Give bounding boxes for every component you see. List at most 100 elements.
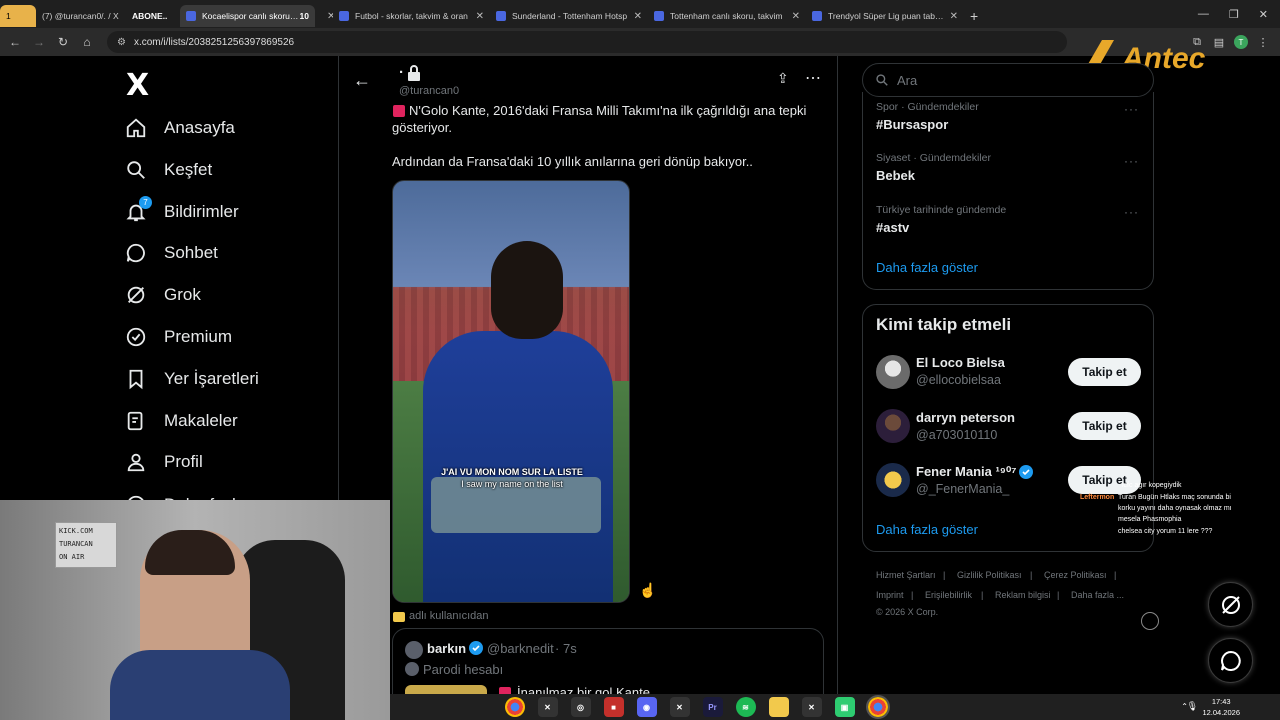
suggested-user-name[interactable]: El Loco Bielsa bbox=[916, 355, 1005, 370]
author-name[interactable]: · bbox=[399, 64, 404, 81]
back-arrow-icon[interactable]: ← bbox=[353, 70, 371, 91]
app-icon[interactable]: ✕ bbox=[801, 697, 822, 717]
tab-sunderland[interactable]: Sunderland - Tottenham Hotsp ✕ bbox=[490, 5, 648, 27]
nav-notifications[interactable]: 7 Bildirimler bbox=[124, 195, 239, 229]
tab-favicon-icon bbox=[496, 11, 506, 21]
discord-icon[interactable]: ◉ bbox=[636, 697, 657, 717]
tab-favicon-icon bbox=[812, 11, 822, 21]
trend-more-icon[interactable]: ··· bbox=[1124, 205, 1139, 219]
share-icon[interactable]: ⇪ bbox=[777, 70, 789, 87]
premium-icon bbox=[124, 325, 148, 349]
x-logo[interactable]: X bbox=[126, 68, 149, 103]
trend-more-icon[interactable]: ··· bbox=[1124, 102, 1139, 116]
nav-articles[interactable]: Makaleler bbox=[124, 404, 238, 438]
spotify-icon[interactable]: ≋ bbox=[735, 697, 756, 717]
quote-author-handle[interactable]: @barknedit bbox=[487, 641, 554, 656]
quote-author-name[interactable]: barkın bbox=[427, 641, 466, 656]
trend-name[interactable]: Bebek bbox=[876, 168, 915, 183]
system-clock[interactable]: 17:43 12.04.2026 bbox=[1202, 696, 1240, 718]
tab-close-kocaelispor[interactable]: ✕ bbox=[315, 5, 333, 27]
more-options-icon[interactable]: ⋯ bbox=[805, 68, 821, 88]
chat-icon bbox=[1220, 650, 1241, 671]
chat-message: lcfc agır kopegiydik bbox=[1122, 482, 1182, 489]
grok-button[interactable] bbox=[1208, 582, 1253, 627]
home-icon[interactable]: ⌂ bbox=[75, 35, 99, 49]
chrome-icon[interactable] bbox=[865, 695, 890, 719]
menu-icon[interactable]: ⋮ bbox=[1252, 36, 1274, 49]
nav-profile[interactable]: Profil bbox=[124, 445, 203, 479]
close-window-icon[interactable]: ✕ bbox=[1259, 8, 1268, 21]
close-icon[interactable]: ✕ bbox=[792, 11, 800, 22]
app-icon[interactable]: ▣ bbox=[834, 697, 855, 717]
close-icon[interactable]: ✕ bbox=[950, 11, 958, 22]
tab-tottenham[interactable]: Tottenham canlı skoru, takvim ✕ bbox=[648, 5, 806, 27]
tab-kocaelispor[interactable]: Kocaelispor canlı skoru, tak 10 bbox=[180, 5, 315, 27]
avatar[interactable] bbox=[876, 463, 910, 497]
app-icon[interactable]: ■ bbox=[603, 697, 624, 717]
verified-badge-icon bbox=[1019, 465, 1033, 484]
footer-link[interactable]: Reklam bilgisi bbox=[995, 590, 1051, 600]
video-caption-english: I saw my name on the list bbox=[461, 479, 563, 489]
url-field[interactable]: ⚙ x.com/i/lists/2038251256397869526 bbox=[107, 31, 1067, 53]
bookmark-icon bbox=[124, 367, 148, 391]
follow-button[interactable]: Takip et bbox=[1068, 412, 1141, 440]
close-icon[interactable]: ✕ bbox=[634, 11, 642, 22]
trend-more-icon[interactable]: ··· bbox=[1124, 154, 1139, 168]
left-navigation: X Anasayfa Keşfet 7 Bildirimler Sohbet G… bbox=[110, 56, 340, 516]
nav-explore[interactable]: Keşfet bbox=[124, 153, 212, 187]
trend-name[interactable]: #astv bbox=[876, 220, 909, 235]
footer-link[interactable]: Gizlilik Politikası bbox=[957, 570, 1022, 580]
avatar[interactable] bbox=[876, 355, 910, 389]
tab-trendyol[interactable]: Trendyol Süper Lig puan tablos ✕ bbox=[806, 5, 964, 27]
nav-premium[interactable]: Premium bbox=[124, 320, 232, 354]
follow-show-more-link[interactable]: Daha fazla göster bbox=[876, 522, 978, 537]
premiere-icon[interactable]: Pr bbox=[702, 697, 723, 717]
kick-sign: KICK.COM TURANCAN ON AIR bbox=[55, 522, 117, 568]
suggested-user-name[interactable]: darryn peterson bbox=[916, 410, 1015, 425]
nav-bookmarks[interactable]: Yer İşaretleri bbox=[124, 362, 259, 396]
forward-icon[interactable]: → bbox=[27, 35, 51, 49]
footer-more-link[interactable]: Daha fazla ... bbox=[1071, 590, 1124, 600]
restore-icon[interactable]: ❐ bbox=[1229, 8, 1239, 21]
avatar[interactable] bbox=[876, 409, 910, 443]
suggested-user-handle: @ellocobielsaa bbox=[916, 373, 1001, 387]
tab-1[interactable]: 1 bbox=[0, 5, 36, 27]
suggested-user-name[interactable]: Fener Mania ¹⁹⁰⁷ bbox=[916, 464, 1017, 480]
nav-grok[interactable]: Grok bbox=[124, 278, 201, 312]
trend-name[interactable]: #Bursaspor bbox=[876, 117, 948, 132]
folder-icon[interactable] bbox=[768, 697, 789, 717]
nav-home[interactable]: Anasayfa bbox=[124, 111, 235, 145]
microphone-icon[interactable]: 🎙 bbox=[1187, 701, 1198, 712]
tweet-text-2: Ardından da Fransa'daki 10 yıllık anılar… bbox=[392, 154, 753, 169]
close-icon[interactable]: ✕ bbox=[476, 11, 484, 22]
window-controls: — ❐ ✕ bbox=[1198, 8, 1280, 21]
tab-futbol[interactable]: Futbol - skorlar, takvim & oran ✕ bbox=[333, 5, 490, 27]
tab-twitter[interactable]: (7) @turancan0/. / X bbox=[36, 5, 126, 27]
lock-icon bbox=[407, 65, 421, 86]
browser-tab-bar: 1 (7) @turancan0/. / X ABONE.. Kocaelisp… bbox=[0, 0, 1280, 28]
copyright: © 2026 X Corp. bbox=[876, 607, 939, 617]
app-icon[interactable]: ✕ bbox=[537, 697, 558, 717]
footer-link[interactable]: Erişilebilirlik bbox=[925, 590, 972, 600]
trends-show-more-link[interactable]: Daha fazla göster bbox=[876, 260, 978, 275]
minimize-icon[interactable]: — bbox=[1198, 8, 1209, 21]
back-icon[interactable]: ← bbox=[3, 35, 27, 49]
new-tab-button[interactable]: + bbox=[964, 5, 988, 27]
parody-mask-icon bbox=[405, 662, 419, 676]
reload-icon[interactable]: ↻ bbox=[51, 35, 75, 49]
author-handle[interactable]: @turancan0 bbox=[399, 85, 459, 97]
footer-link[interactable]: Hizmet Şartları bbox=[876, 570, 936, 580]
quote-avatar[interactable] bbox=[405, 641, 423, 659]
tab-abone[interactable]: ABONE.. bbox=[126, 5, 180, 27]
site-info-icon[interactable]: ⚙ bbox=[117, 37, 126, 48]
chrome-icon[interactable] bbox=[504, 697, 525, 717]
footer-link[interactable]: Imprint bbox=[876, 590, 904, 600]
nav-chat[interactable]: Sohbet bbox=[124, 236, 218, 270]
follow-button[interactable]: Takip et bbox=[1068, 358, 1141, 386]
app-icon[interactable]: ◎ bbox=[570, 697, 591, 717]
mouse-cursor-icon: ☝ bbox=[639, 582, 657, 598]
footer-link[interactable]: Çerez Politikası bbox=[1044, 570, 1107, 580]
messages-button[interactable] bbox=[1208, 638, 1253, 683]
app-icon[interactable]: ✕ bbox=[669, 697, 690, 717]
tweet-video[interactable]: J'AI VU MON NOM SUR LA LISTE I saw my na… bbox=[392, 180, 630, 603]
